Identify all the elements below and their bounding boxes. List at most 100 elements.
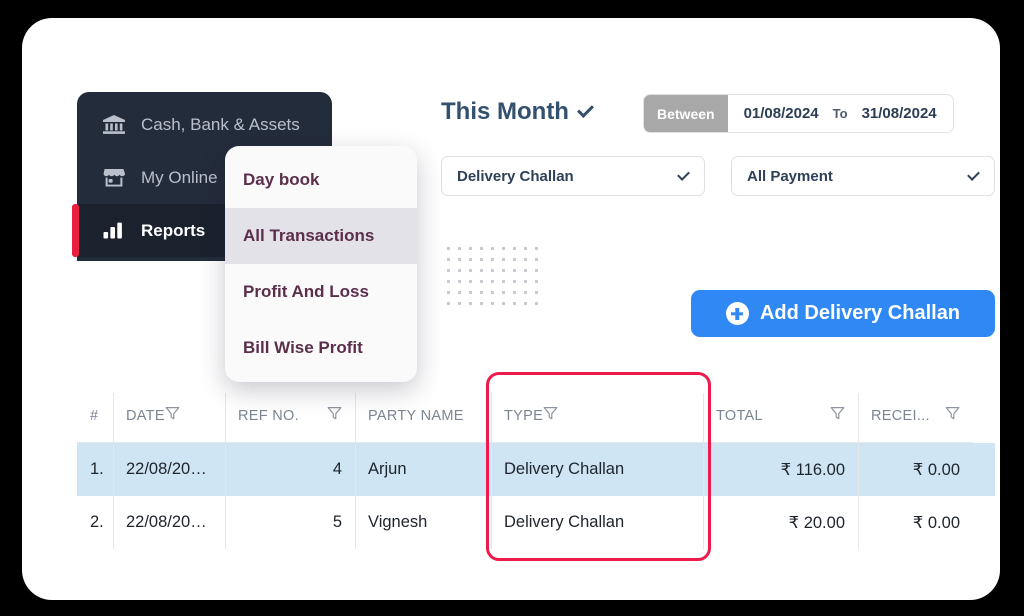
- voucher-type-value: Delivery Challan: [457, 167, 574, 185]
- filter-icon[interactable]: [165, 406, 180, 425]
- filter-icon[interactable]: [327, 406, 342, 425]
- voucher-type-select[interactable]: Delivery Challan: [441, 156, 705, 196]
- table-row[interactable]: 1. 22/08/20… 4 Arjun Delivery Challan ₹ 116.0…: [77, 443, 995, 496]
- dot: [469, 291, 472, 294]
- dot: [491, 291, 494, 294]
- plus-circle-icon: [725, 302, 749, 325]
- payment-type-value: All Payment: [747, 167, 833, 185]
- dot: [491, 269, 494, 272]
- dot: [447, 291, 450, 294]
- column-header-num[interactable]: #: [77, 389, 113, 443]
- add-button-label: Add Delivery Challan: [759, 302, 961, 324]
- reports-flyout-menu: Day book All Transactions Profit And Loss B…: [225, 146, 417, 382]
- dot: [513, 247, 516, 250]
- column-header-label: #: [90, 407, 99, 424]
- filter-icon[interactable]: [945, 406, 960, 425]
- flyout-item-day-book[interactable]: Day book: [225, 152, 417, 208]
- filter-icon[interactable]: [543, 406, 558, 425]
- date-to-value[interactable]: 31/08/2024: [862, 105, 937, 122]
- dot: [480, 291, 483, 294]
- column-header-date[interactable]: DATE: [113, 389, 225, 443]
- dot: [458, 269, 461, 272]
- dot: [535, 247, 538, 250]
- date-range-values[interactable]: 01/08/2024 To 31/08/2024: [728, 95, 953, 132]
- cell-recv: ₹ 0.00: [858, 443, 973, 496]
- table-header-row: # DATE REF NO. PARTY NAME TYPE TOTAL RECEI...: [77, 389, 995, 443]
- flyout-item-label: Bill Wise Profit: [243, 338, 363, 357]
- cell-total: ₹ 116.00: [703, 443, 858, 496]
- sidebar-item-label: Cash, Bank & Assets: [141, 114, 300, 134]
- period-label: This Month: [441, 98, 569, 125]
- flyout-item-label: Day book: [243, 170, 320, 189]
- flyout-item-bill-wise-profit[interactable]: Bill Wise Profit: [225, 320, 417, 376]
- dot: [469, 247, 472, 250]
- dot: [524, 269, 527, 272]
- chevron-down-icon: [677, 167, 690, 181]
- app-card: This Month Between 01/08/2024 To 31/08/2…: [22, 18, 1000, 600]
- dot: [513, 302, 516, 305]
- between-badge[interactable]: Between: [644, 95, 728, 132]
- flyout-item-label: All Transactions: [243, 226, 375, 245]
- column-header-label: DATE: [126, 407, 165, 424]
- flyout-item-all-transactions[interactable]: All Transactions: [225, 208, 417, 264]
- dot: [447, 302, 450, 305]
- dot: [502, 291, 505, 294]
- date-to-label: To: [832, 106, 848, 121]
- dot: [535, 269, 538, 272]
- dot: [447, 247, 450, 250]
- column-header-party[interactable]: PARTY NAME: [355, 389, 491, 443]
- dot: [469, 302, 472, 305]
- cell-party: Vignesh: [355, 496, 491, 549]
- column-header-total[interactable]: TOTAL: [703, 389, 858, 443]
- flyout-item-profit-and-loss[interactable]: Profit And Loss: [225, 264, 417, 320]
- dot: [458, 291, 461, 294]
- column-header-label: TYPE: [504, 407, 544, 424]
- column-header-recv[interactable]: RECEI...: [858, 389, 973, 443]
- date-range-control[interactable]: Between 01/08/2024 To 31/08/2024: [643, 94, 954, 133]
- payment-type-select[interactable]: All Payment: [731, 156, 995, 196]
- dot: [491, 280, 494, 283]
- date-from-value[interactable]: 01/08/2024: [744, 105, 819, 122]
- filter-icon[interactable]: [830, 406, 845, 425]
- column-header-type[interactable]: TYPE: [491, 389, 703, 443]
- dot: [480, 302, 483, 305]
- dot: [469, 269, 472, 272]
- dot: [535, 258, 538, 261]
- chevron-down-icon: [576, 101, 594, 118]
- dot: [458, 258, 461, 261]
- sidebar-item-cash-bank-assets[interactable]: Cash, Bank & Assets: [77, 98, 332, 151]
- period-selector[interactable]: This Month: [441, 98, 594, 126]
- dot: [535, 291, 538, 294]
- store-icon: [101, 167, 127, 189]
- dot: [480, 269, 483, 272]
- dot: [491, 302, 494, 305]
- bar-chart-icon: [101, 220, 127, 242]
- dot: [524, 291, 527, 294]
- dot: [480, 280, 483, 283]
- dot: [524, 258, 527, 261]
- table-body: 1. 22/08/20… 4 Arjun Delivery Challan ₹ 116.0…: [77, 443, 995, 549]
- dot: [458, 302, 461, 305]
- dot: [469, 258, 472, 261]
- transactions-table: # DATE REF NO. PARTY NAME TYPE TOTAL RECEI... …: [77, 389, 995, 549]
- add-delivery-challan-button[interactable]: Add Delivery Challan: [691, 290, 995, 337]
- dot: [480, 258, 483, 261]
- chevron-down-icon: [967, 167, 980, 181]
- dot: [491, 258, 494, 261]
- dot-grid-decoration: [447, 247, 542, 307]
- dot: [458, 280, 461, 283]
- cell-party: Arjun: [355, 443, 491, 496]
- dot: [502, 269, 505, 272]
- dot: [502, 302, 505, 305]
- table-row[interactable]: 2. 22/08/20… 5 Vignesh Delivery Challan ₹ 20.…: [77, 496, 995, 549]
- cell-type: Delivery Challan: [491, 496, 703, 549]
- column-header-ref[interactable]: REF NO.: [225, 389, 355, 443]
- column-header-label: RECEI...: [871, 407, 930, 424]
- cell-type: Delivery Challan: [491, 443, 703, 496]
- cell-ref: 5: [225, 496, 355, 549]
- dot: [513, 269, 516, 272]
- column-header-label: PARTY NAME: [368, 407, 464, 424]
- active-indicator: [72, 204, 79, 257]
- cell-ref: 4: [225, 443, 355, 496]
- dot: [502, 280, 505, 283]
